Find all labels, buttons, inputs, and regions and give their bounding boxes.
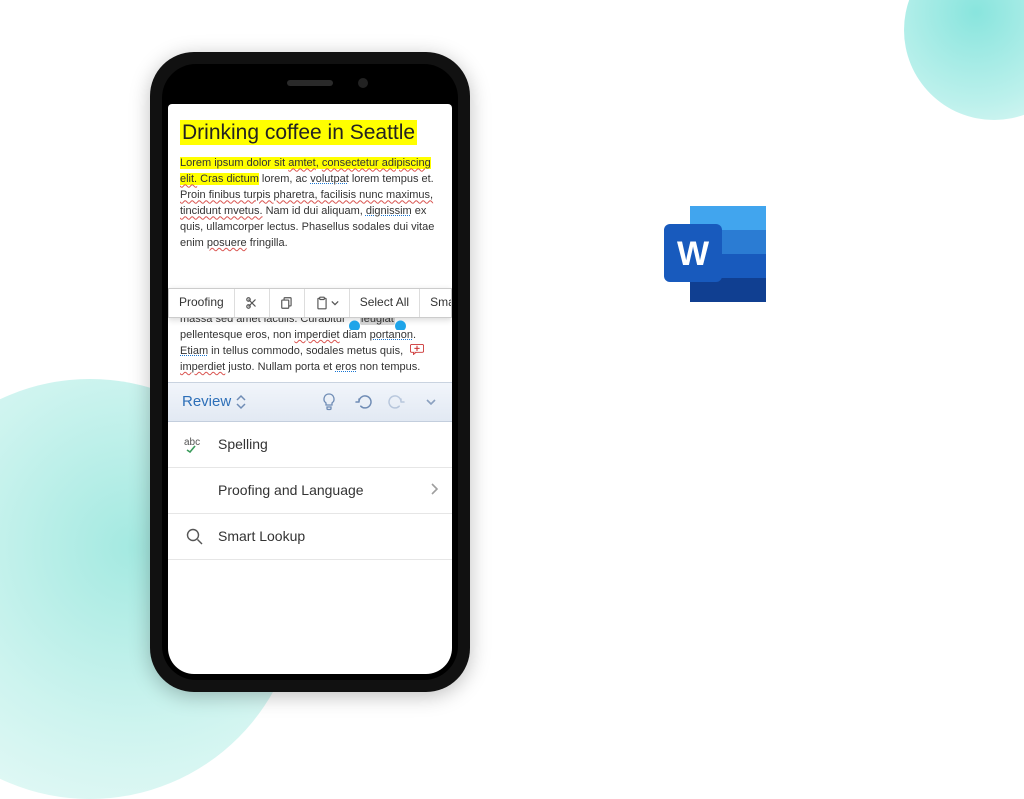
chevron-down-icon [425,396,437,408]
phone-speaker [287,80,333,86]
collapse-ribbon-button[interactable] [414,385,448,419]
context-toolbar: Proofing Select All Smart Lookup [168,288,452,318]
expand-collapse-icon [235,394,247,410]
new-comment-icon[interactable] [410,344,424,355]
selection-handle-start[interactable] [349,315,360,329]
review-menu: abc Spelling Proofing and Language Smart… [168,422,452,560]
app-screen: Drinking coffee in Seattle Lorem ipsum d… [168,104,452,674]
chevron-down-icon [331,299,339,307]
word-app-logo: W [660,200,770,310]
selection-handle-end[interactable] [395,315,406,329]
menu-proofing-language[interactable]: Proofing and Language [168,468,452,514]
search-icon [182,527,206,545]
cut-button[interactable] [235,289,270,317]
svg-text:W: W [677,235,710,273]
menu-spelling[interactable]: abc Spelling [168,422,452,468]
redo-icon [388,393,406,411]
spelling-icon: abc [182,435,206,453]
tab-label: Review [182,393,231,410]
svg-text:abc: abc [184,437,200,448]
tell-me-button[interactable] [312,385,346,419]
chevron-right-icon [430,482,438,498]
scissors-icon [245,296,259,310]
lightbulb-icon [321,393,337,411]
select-all-button[interactable]: Select All [350,289,420,317]
phone-camera [358,78,368,88]
copy-icon [280,296,294,310]
paste-button[interactable] [305,289,350,317]
undo-button[interactable] [346,385,380,419]
redo-button[interactable] [380,385,414,419]
phone-mockup: Drinking coffee in Seattle Lorem ipsum d… [150,52,470,692]
ribbon-tab-bar: Review [168,382,452,422]
proofing-button[interactable]: Proofing [169,289,235,317]
menu-label: Spelling [218,436,268,452]
clipboard-icon [315,296,329,310]
document-canvas[interactable]: Drinking coffee in Seattle Lorem ipsum d… [168,104,452,382]
smart-lookup-button-toolbar[interactable]: Smart Lookup [420,289,452,317]
document-title[interactable]: Drinking coffee in Seattle [180,120,417,145]
menu-label: Proofing and Language [218,482,364,498]
menu-label: Smart Lookup [218,528,305,544]
decorative-blob-top-right [904,0,1024,120]
paragraph-1[interactable]: Lorem ipsum dolor sit amtet, consectetur… [180,156,440,252]
copy-button[interactable] [270,289,305,317]
tab-review[interactable]: Review [172,393,255,410]
menu-smart-lookup[interactable]: Smart Lookup [168,514,452,560]
undo-icon [354,393,372,411]
